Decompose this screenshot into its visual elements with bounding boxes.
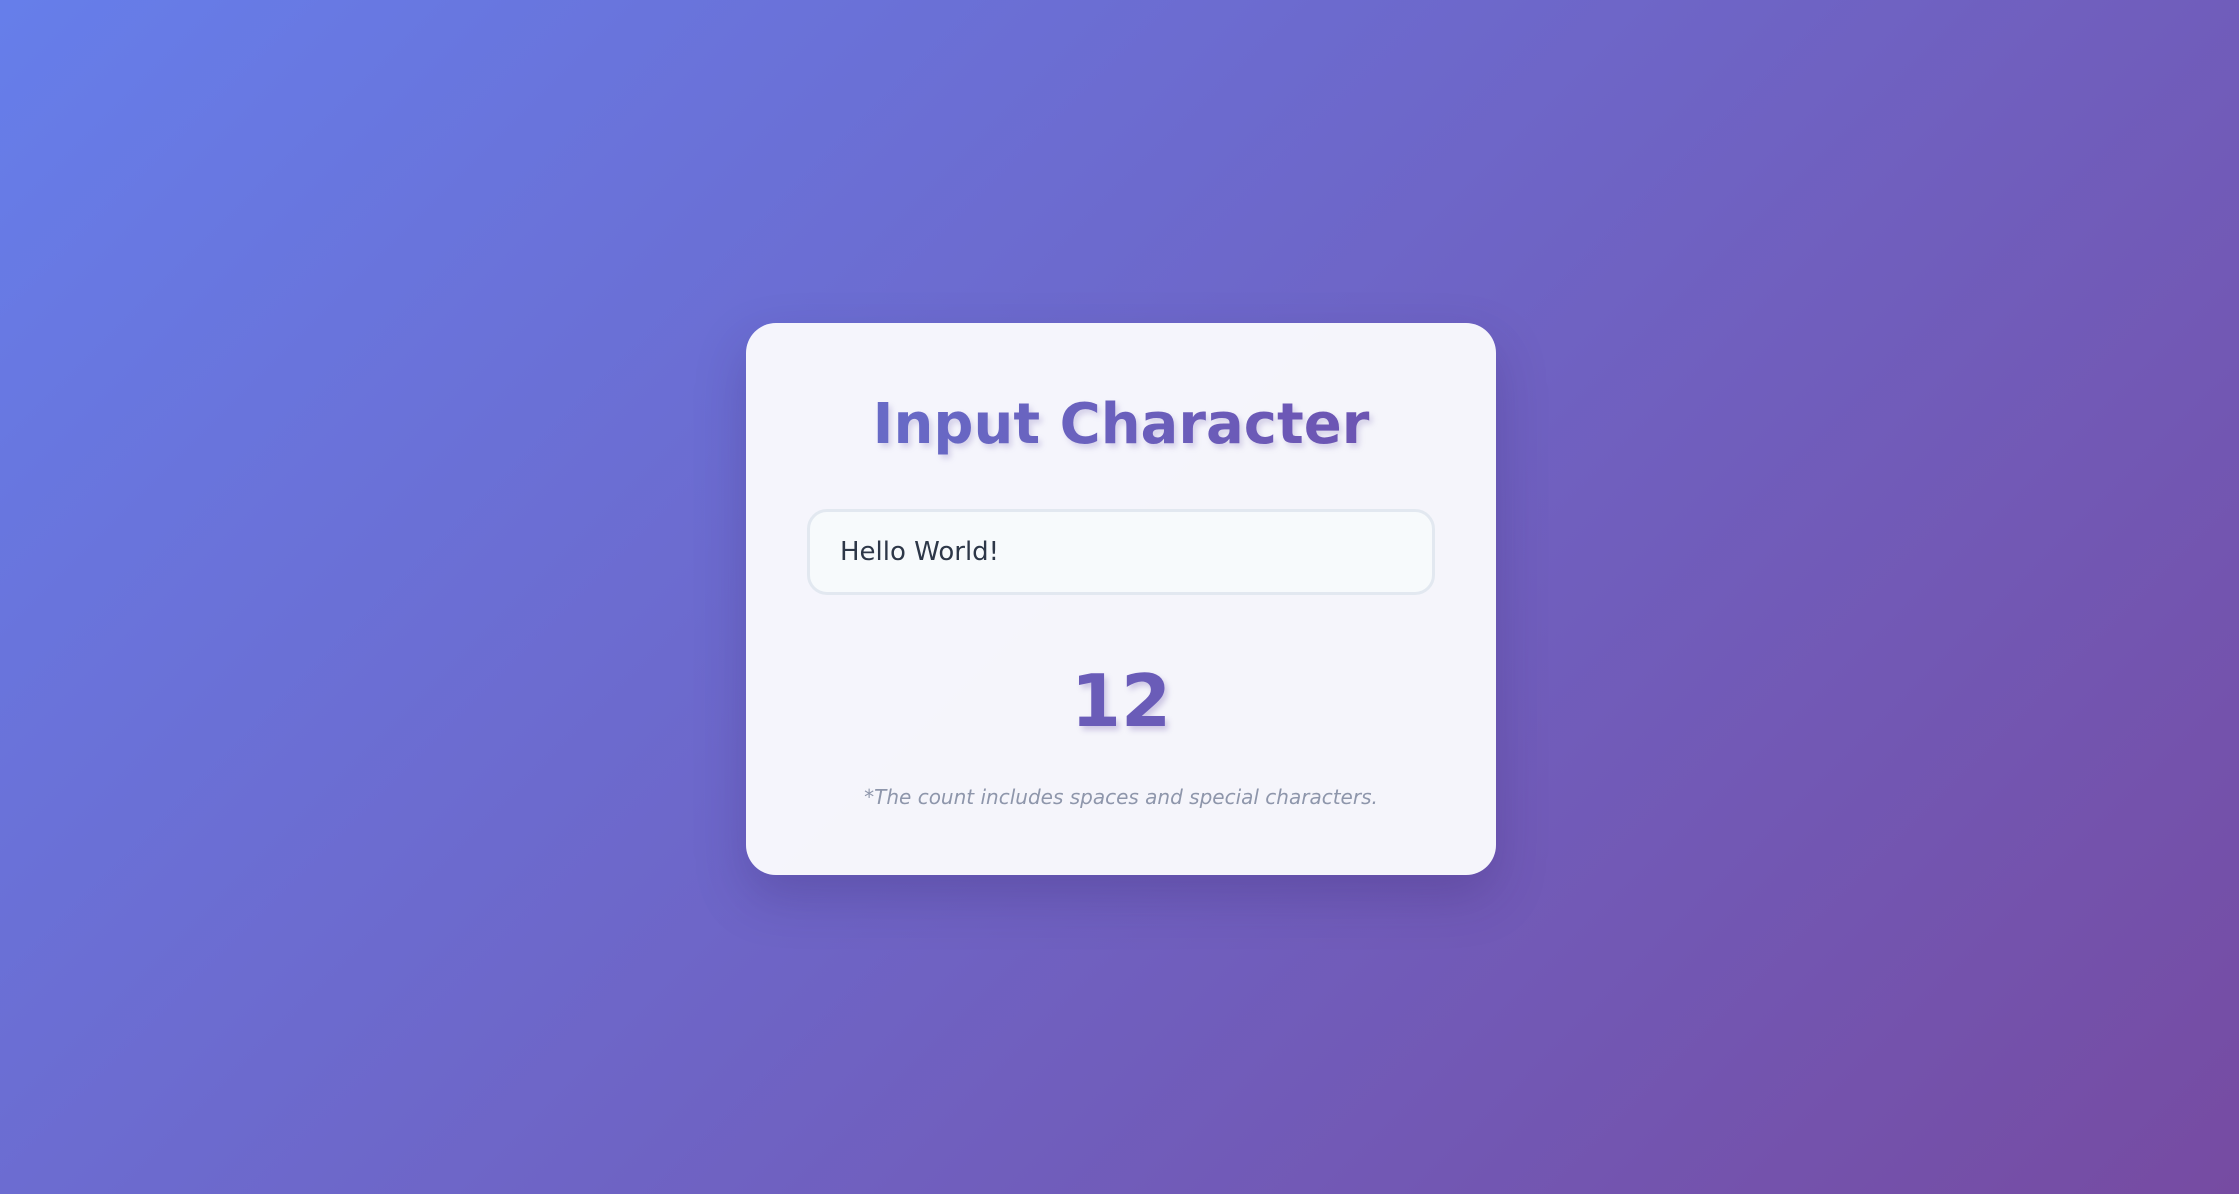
character-count: 12 [1070, 659, 1172, 743]
text-input[interactable] [807, 509, 1435, 595]
page-title: Input Character [746, 391, 1496, 458]
character-counter-card: Input Character 12 *The count includes s… [746, 323, 1496, 875]
count-note: *The count includes spaces and special c… [864, 785, 1378, 809]
